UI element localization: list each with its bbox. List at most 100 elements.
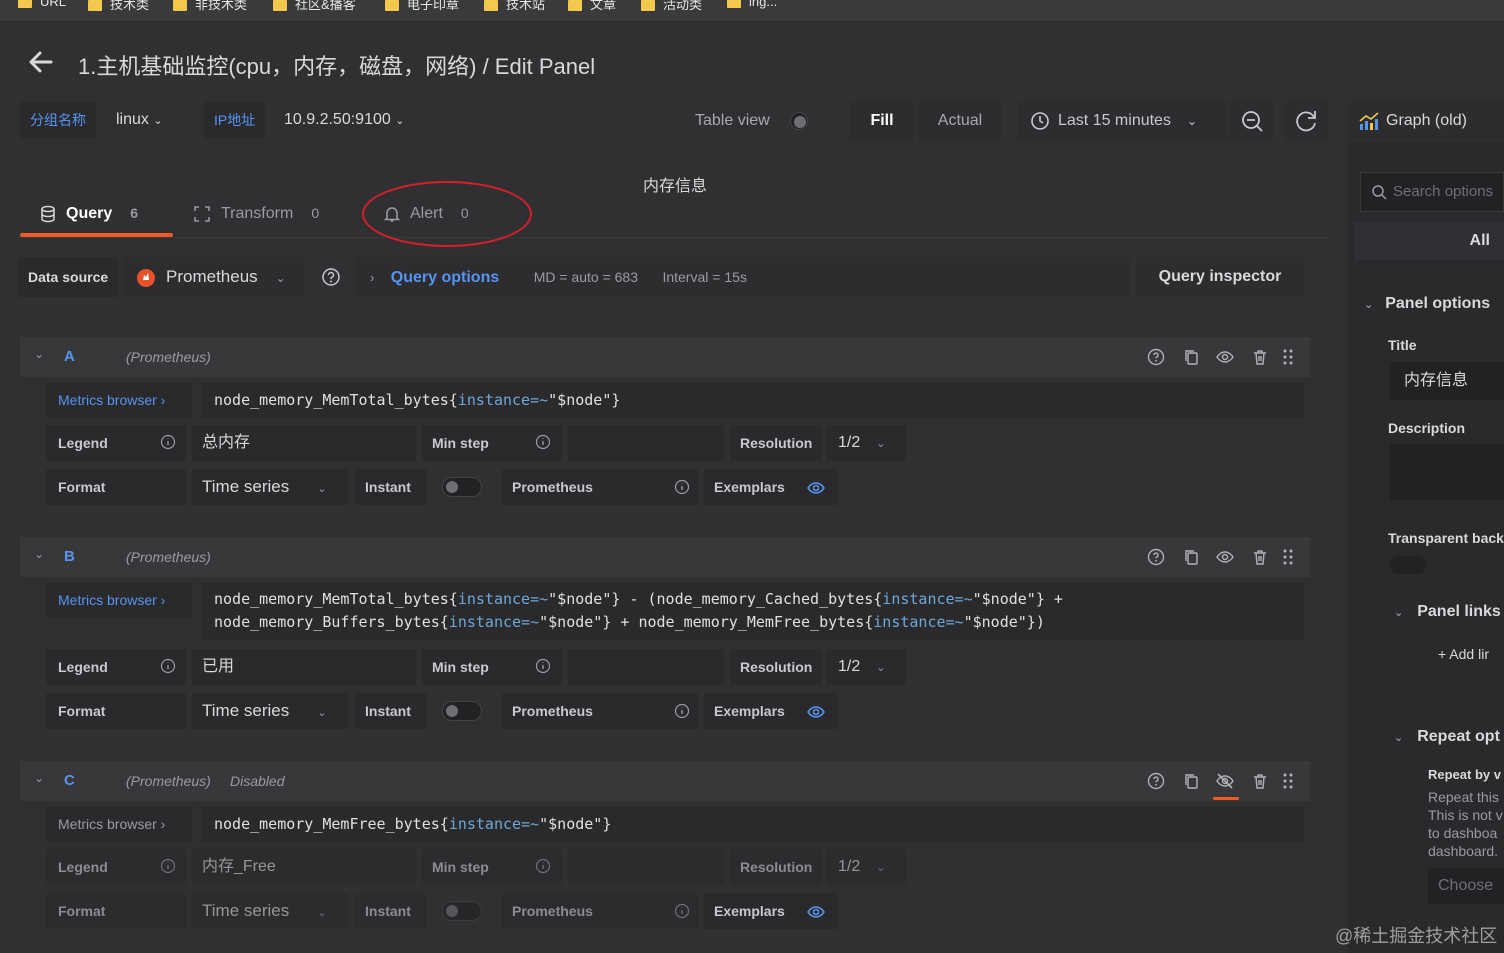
duplicate-icon[interactable]	[1181, 771, 1201, 791]
tab-transform[interactable]: Transform 0	[193, 198, 319, 228]
eye-slash-icon[interactable]	[1215, 771, 1235, 791]
resolution-select[interactable]: 1/2 ⌄	[826, 849, 906, 885]
trash-icon[interactable]	[1250, 771, 1270, 791]
info-icon[interactable]	[535, 658, 551, 674]
info-icon[interactable]	[674, 703, 690, 719]
exemplars-eye-icon[interactable]	[806, 702, 826, 722]
query-expression-editor[interactable]: node_memory_MemTotal_bytes{instance=~"$n…	[202, 382, 1304, 418]
group-variable-select[interactable]: linux ⌄	[116, 102, 163, 138]
bookmark-community[interactable]: 社区&播客	[273, 0, 356, 13]
refresh-button[interactable]	[1284, 101, 1328, 141]
query-help-icon[interactable]	[1146, 347, 1166, 367]
trash-icon[interactable]	[1250, 547, 1270, 567]
data-source-select[interactable]: Prometheus ⌄	[124, 257, 304, 297]
bookmark-tech[interactable]: 技术类	[88, 0, 149, 13]
panel-links-section[interactable]: ⌄ Panel links	[1394, 603, 1501, 621]
collapse-chevron-icon[interactable]: ⌄	[34, 547, 44, 561]
bookmark-techsite[interactable]: 技术站	[484, 0, 545, 13]
query-ref-id[interactable]: C	[64, 772, 75, 789]
query-header-a[interactable]: ⌄ A (Prometheus)	[20, 337, 1310, 377]
resolution-select[interactable]: 1/2 ⌄	[826, 425, 906, 461]
format-select[interactable]: Time series ⌄	[192, 893, 348, 929]
drag-handle-icon[interactable]	[1278, 771, 1298, 791]
metrics-browser-button[interactable]: Metrics browser ›	[46, 806, 192, 842]
min-step-input[interactable]	[568, 849, 724, 885]
back-arrow-icon[interactable]	[26, 47, 56, 77]
legend-input[interactable]: 总内存	[192, 425, 416, 461]
info-icon[interactable]	[535, 434, 551, 450]
query-expression-editor[interactable]: node_memory_MemFree_bytes{instance=~"$no…	[202, 806, 1304, 842]
zoom-out-button[interactable]	[1230, 101, 1274, 141]
repeat-variable-select[interactable]: Choose	[1428, 868, 1504, 904]
query-expression-editor[interactable]: node_memory_MemTotal_bytes{instance=~"$n…	[202, 582, 1304, 640]
actual-button[interactable]: Actual	[918, 101, 1002, 141]
bookmark-ing[interactable]: ing...	[727, 0, 777, 9]
query-help-icon[interactable]	[1146, 547, 1166, 567]
help-icon[interactable]	[321, 267, 341, 287]
bookmark-events[interactable]: 活动类	[641, 0, 702, 13]
bookmark-articles[interactable]: 文章	[568, 0, 616, 13]
query-options-link[interactable]: Query options	[391, 269, 499, 286]
legend-input[interactable]: 内存_Free	[192, 849, 416, 885]
bookmark-seal[interactable]: 电子印章	[385, 0, 459, 13]
resolution-select[interactable]: 1/2 ⌄	[826, 649, 906, 685]
legend-input[interactable]: 已用	[192, 649, 416, 685]
bookmark-url[interactable]: URL	[18, 0, 66, 9]
info-icon[interactable]	[535, 858, 551, 874]
exemplars-eye-icon[interactable]	[806, 478, 826, 498]
query-inspector-button[interactable]: Query inspector	[1136, 257, 1304, 297]
info-icon[interactable]	[160, 658, 176, 674]
drag-handle-icon[interactable]	[1278, 347, 1298, 367]
transform-icon	[193, 205, 211, 223]
repeat-help-text: Repeat this This is not v to dashboa das…	[1428, 789, 1503, 859]
info-icon[interactable]	[674, 903, 690, 919]
instant-toggle[interactable]	[442, 701, 482, 721]
table-view-toggle[interactable]	[790, 112, 808, 130]
instant-toggle[interactable]	[442, 901, 482, 921]
format-select[interactable]: Time series ⌄	[192, 469, 348, 505]
eye-icon[interactable]	[1215, 347, 1235, 367]
tab-query[interactable]: Query 6	[40, 198, 138, 228]
time-range-picker[interactable]: Last 15 minutes ⌄	[1018, 101, 1228, 141]
folder-icon	[385, 0, 399, 12]
info-icon[interactable]	[674, 479, 690, 495]
min-step-input[interactable]	[568, 425, 724, 461]
chevron-down-icon: ⌄	[153, 115, 163, 127]
duplicate-icon[interactable]	[1181, 547, 1201, 567]
info-icon[interactable]	[160, 858, 176, 874]
collapse-chevron-icon[interactable]: ⌄	[34, 771, 44, 785]
fill-button[interactable]: Fill	[850, 101, 914, 141]
query-ref-id[interactable]: A	[64, 348, 75, 365]
collapse-chevron-icon[interactable]: ⌄	[34, 347, 44, 361]
bookmark-nontech[interactable]: 非技术类	[173, 0, 247, 13]
info-icon[interactable]	[160, 434, 176, 450]
query-ref-id[interactable]: B	[64, 548, 75, 565]
drag-handle-icon[interactable]	[1278, 547, 1298, 567]
visualization-picker[interactable]: Graph (old)	[1348, 101, 1504, 141]
query-source: (Prometheus)	[126, 549, 211, 565]
query-header-c[interactable]: ⌄ C (Prometheus) Disabled	[20, 761, 1310, 801]
trash-icon[interactable]	[1250, 347, 1270, 367]
transparent-toggle[interactable]	[1390, 556, 1426, 574]
query-help-icon[interactable]	[1146, 771, 1166, 791]
refresh-icon	[1296, 111, 1316, 132]
instant-label: Instant	[355, 693, 427, 729]
query-header-b[interactable]: ⌄ B (Prometheus)	[20, 537, 1310, 577]
add-link-button[interactable]: + Add lir	[1438, 646, 1489, 662]
metrics-browser-button[interactable]: Metrics browser ›	[46, 382, 192, 418]
description-option-input[interactable]	[1390, 444, 1504, 500]
ip-variable-select[interactable]: 10.9.2.50:9100 ⌄	[284, 102, 404, 138]
panel-options-section[interactable]: ⌄ Panel options	[1364, 295, 1490, 313]
eye-icon[interactable]	[1215, 547, 1235, 567]
title-option-input[interactable]: 内存信息	[1390, 362, 1504, 400]
metrics-browser-button[interactable]: Metrics browser ›	[46, 582, 192, 618]
min-step-input[interactable]	[568, 649, 724, 685]
options-search-input[interactable]: Search options	[1360, 172, 1504, 212]
query-options-bar[interactable]: › Query options MD = auto = 683 Interval…	[356, 257, 1130, 297]
options-filter-all[interactable]: All	[1354, 222, 1504, 260]
format-select[interactable]: Time series ⌄	[192, 693, 348, 729]
duplicate-icon[interactable]	[1181, 347, 1201, 367]
instant-toggle[interactable]	[442, 477, 482, 497]
repeat-options-section[interactable]: ⌄ Repeat opt	[1394, 728, 1500, 746]
exemplars-eye-icon[interactable]	[806, 902, 826, 922]
